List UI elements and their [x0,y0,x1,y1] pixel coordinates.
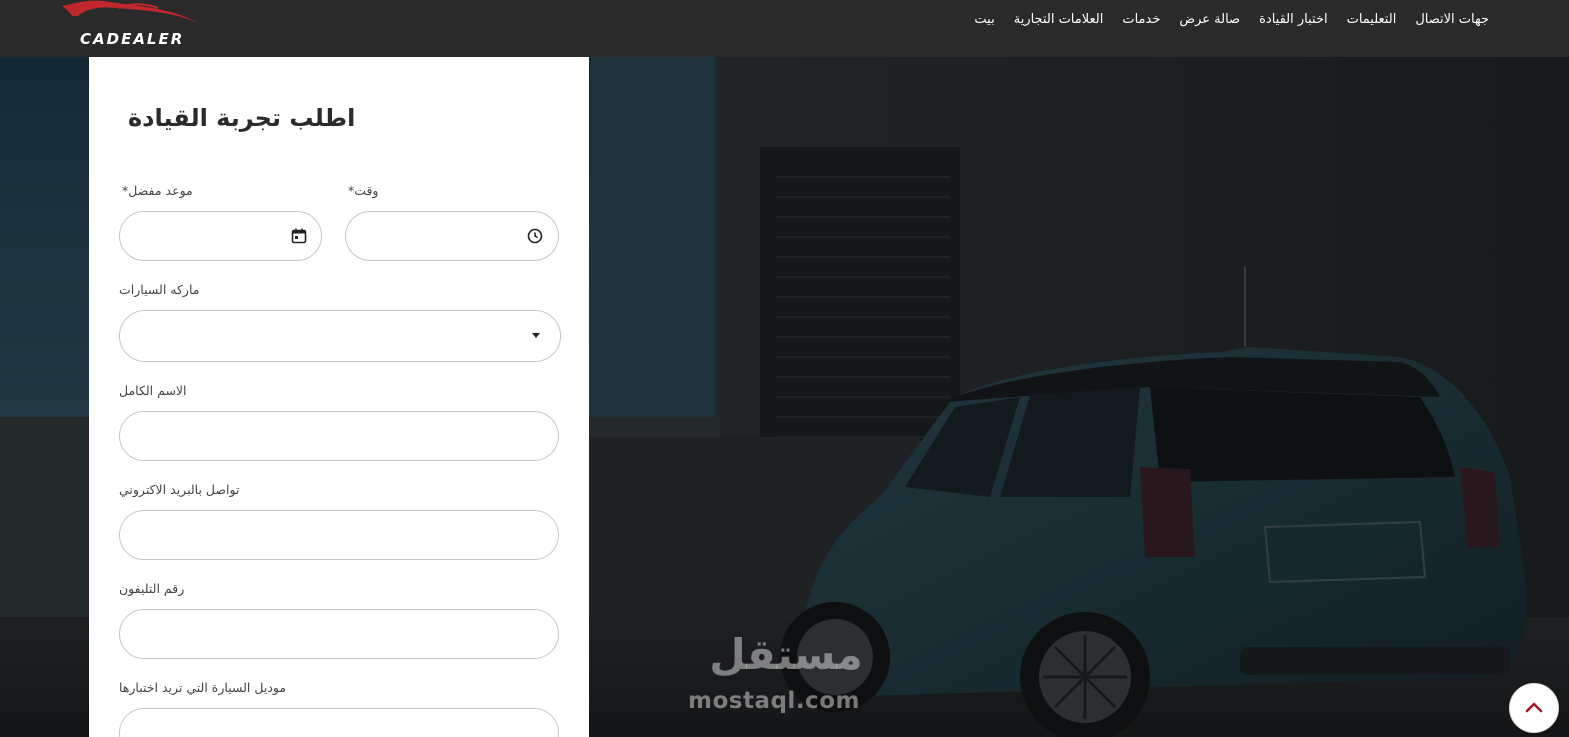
phone-input[interactable] [119,609,559,659]
main-menu: بيت العلامات التجارية خدمات صالة عرض اخت… [974,12,1489,27]
preferred-date-label-text: موعد مفضل [128,183,193,198]
preferred-date-label: موعد مفضل* [119,183,193,198]
nav-item-showroom[interactable]: صالة عرض [1179,12,1240,27]
clock-icon[interactable] [526,227,544,245]
chevron-up-icon [1525,702,1543,713]
top-navigation-bar: CADEALER بيت العلامات التجارية خدمات صال… [0,0,1569,57]
nav-item-services[interactable]: خدمات [1122,12,1160,27]
brand-name: CADEALER [80,30,185,48]
nav-item-faq[interactable]: التعليمات [1347,12,1397,27]
full-name-label: الاسم الكامل [119,383,187,398]
scroll-to-top-button[interactable] [1509,683,1559,733]
time-input[interactable] [345,211,559,261]
nav-item-brands[interactable]: العلامات التجارية [1014,12,1104,27]
test-drive-form-panel: اطلب تجربة القيادة وقت* موعد مفضل* ماركه… [89,57,589,737]
time-label: وقت* [345,183,379,198]
car-brand-label: ماركه السيارات [119,282,200,297]
nav-item-home[interactable]: بيت [974,12,994,27]
time-label-text: وقت [354,183,379,198]
preferred-date-input[interactable] [119,211,322,261]
car-model-label: موديل السيارة التي تريد اختبارها [119,680,287,695]
phone-label: رقم التليفون [119,581,185,596]
car-model-input[interactable] [119,708,559,737]
full-name-input[interactable] [119,411,559,461]
email-label: تواصل بالبريد الاكتروني [119,482,240,497]
car-silhouette-logo-icon [62,0,200,25]
calendar-icon[interactable] [290,227,308,245]
brand-logo[interactable]: CADEALER [58,0,208,54]
caret-down-icon[interactable] [532,333,540,338]
nav-item-contact[interactable]: جهات الاتصال [1415,12,1489,27]
car-brand-select[interactable] [119,310,561,362]
form-title: اطلب تجربة القيادة [128,104,356,132]
email-input[interactable] [119,510,559,560]
nav-item-test-drive[interactable]: اختبار القيادة [1259,12,1328,27]
